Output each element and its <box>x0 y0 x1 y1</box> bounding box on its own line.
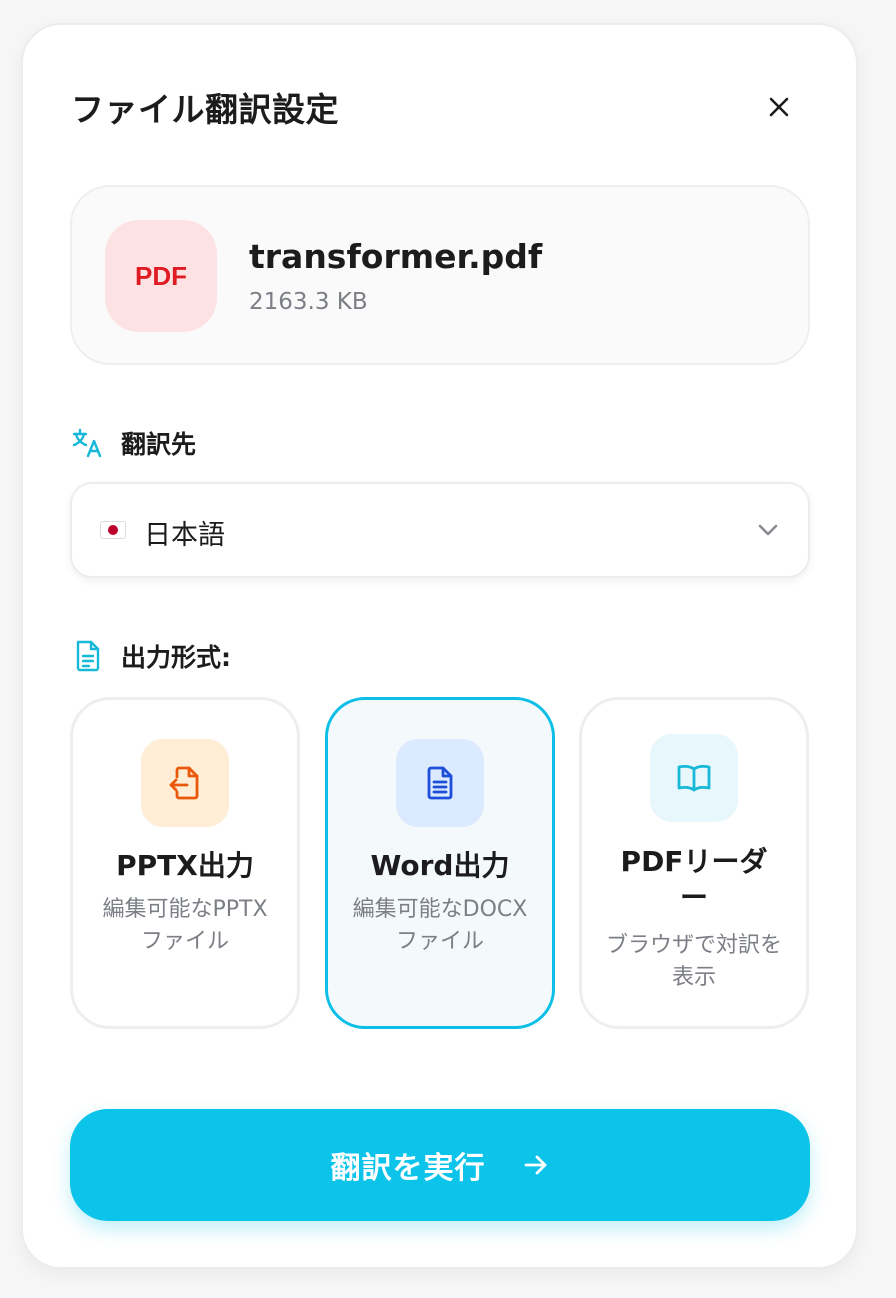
file-export-icon <box>141 739 229 827</box>
format-description: 編集可能なPPTXファイル <box>102 897 268 954</box>
format-description: ブラウザで対訳を表示 <box>605 933 782 990</box>
dialog-title: ファイル翻訳設定 <box>71 90 339 129</box>
close-icon <box>769 97 789 117</box>
document-icon <box>396 739 484 827</box>
output-format-options: PPTX出力 編集可能なPPTXファイル Word出力 編集可能なDOCXファイ… <box>70 697 810 1029</box>
translate-icon <box>71 426 105 460</box>
chevron-down-icon <box>758 524 778 536</box>
file-size: 2163.3 KB <box>249 289 368 315</box>
target-language-label: 翻訳先 <box>71 425 196 461</box>
target-language-select[interactable]: 日本語 <box>70 482 810 578</box>
output-format-label: 出力形式: <box>71 638 231 674</box>
file-info-card: PDF transformer.pdf 2163.3 KB <box>70 185 810 365</box>
book-open-icon <box>650 734 738 822</box>
format-name: PDFリーダー <box>620 845 768 914</box>
file-translation-dialog: ファイル翻訳設定 PDF transformer.pdf 2163.3 KB 翻… <box>21 23 858 1269</box>
pdf-file-badge: PDF <box>105 220 217 332</box>
close-button[interactable] <box>759 87 799 127</box>
file-name: transformer.pdf <box>249 237 543 276</box>
format-option-word[interactable]: Word出力 編集可能なDOCXファイル <box>325 697 555 1029</box>
output-format-label-text: 出力形式: <box>121 643 231 672</box>
format-name: Word出力 <box>370 849 510 882</box>
format-option-pdf-reader[interactable]: PDFリーダー ブラウザで対訳を表示 <box>579 697 809 1029</box>
format-name: PPTX出力 <box>116 849 254 882</box>
target-language-label-text: 翻訳先 <box>121 430 197 459</box>
run-translation-button[interactable]: 翻訳を実行 <box>70 1109 810 1221</box>
selected-language: 日本語 <box>144 520 225 551</box>
format-option-pptx[interactable]: PPTX出力 編集可能なPPTXファイル <box>70 697 300 1029</box>
file-text-icon <box>71 639 105 673</box>
format-description: 編集可能なDOCXファイル <box>352 897 528 954</box>
run-translation-label: 翻訳を実行 <box>330 1151 486 1186</box>
arrow-right-icon <box>524 1155 546 1175</box>
japan-flag-icon <box>100 521 126 539</box>
